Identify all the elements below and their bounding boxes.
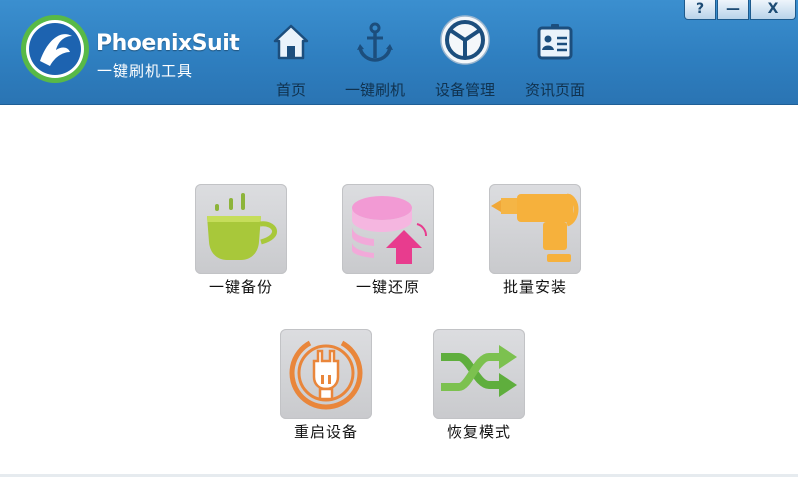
app-subtitle: 一键刷机工具	[97, 62, 194, 80]
help-button[interactable]: ?	[684, 0, 716, 20]
nav-home[interactable]: 首页	[248, 14, 334, 102]
phoenix-logo-icon	[21, 15, 89, 83]
tool-reboot[interactable]: 重启设备	[280, 329, 372, 441]
nav-flash[interactable]: 一键刷机	[332, 14, 418, 102]
cup-backup-icon	[207, 193, 277, 260]
tool-backup-label: 一键备份	[208, 278, 273, 296]
nav-flash-label: 一键刷机	[344, 81, 405, 99]
tool-restore[interactable]: 一键还原	[342, 184, 434, 296]
device-manage-icon	[440, 15, 490, 65]
anchor-icon	[357, 22, 393, 62]
tool-batch-install[interactable]: 批量安装	[489, 184, 581, 296]
tool-batch-install-label: 批量安装	[502, 278, 567, 296]
tool-backup[interactable]: 一键备份	[195, 184, 287, 296]
database-restore-icon	[352, 196, 428, 264]
device-tools-panel: 一键备份 一键还原 批量安装 重启设备 恢复模式	[0, 106, 798, 477]
app-name: PhoenixSuit	[96, 31, 240, 56]
news-card-icon	[537, 24, 573, 60]
tool-recovery-mode-label: 恢复模式	[446, 423, 511, 441]
nav-news-label: 资讯页面	[524, 81, 585, 99]
shuffle-recovery-icon	[441, 345, 517, 397]
title-bar: PhoenixSuit 一键刷机工具 首页 一键刷机 设备管理 资讯页面 ? —…	[0, 0, 798, 105]
drill-install-icon	[491, 193, 579, 262]
close-button[interactable]: X	[750, 0, 796, 20]
tool-reboot-label: 重启设备	[293, 423, 358, 441]
nav-device-manage-label: 设备管理	[434, 81, 495, 99]
nav-news[interactable]: 资讯页面	[512, 14, 598, 102]
home-icon	[273, 24, 309, 60]
nav-device-manage[interactable]: 设备管理	[422, 14, 508, 102]
nav-home-label: 首页	[275, 81, 306, 99]
tool-restore-label: 一键还原	[355, 278, 420, 296]
tool-recovery-mode[interactable]: 恢复模式	[433, 329, 525, 441]
power-plug-icon	[289, 340, 363, 410]
minimize-button[interactable]: —	[717, 0, 749, 20]
